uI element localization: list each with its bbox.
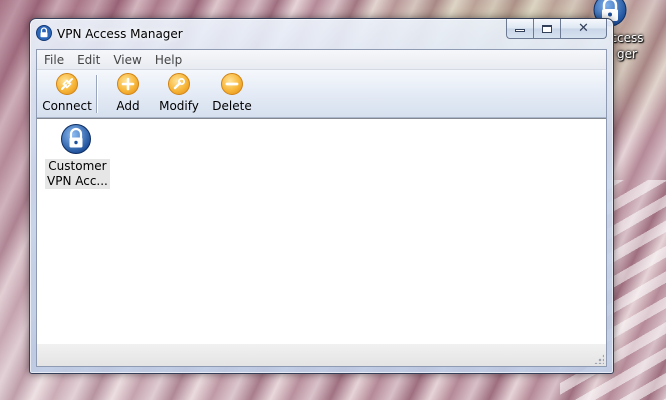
- app-lock-icon: [36, 25, 52, 44]
- caption-buttons: ✕: [506, 19, 607, 39]
- close-button[interactable]: ✕: [560, 19, 607, 39]
- minimize-icon: [515, 29, 525, 32]
- toolbar: Connect Add Modify Delete: [37, 70, 606, 118]
- menu-bar: File Edit View Help: [37, 50, 606, 70]
- title-bar[interactable]: VPN Access Manager ✕: [30, 19, 613, 49]
- window-title: VPN Access Manager: [57, 27, 183, 41]
- minus-icon: [221, 73, 243, 95]
- delete-label: Delete: [212, 99, 252, 113]
- list-item[interactable]: Customer VPN Acc...: [45, 123, 110, 189]
- resize-grip[interactable]: [594, 354, 604, 364]
- add-icon: [117, 73, 139, 95]
- connect-label: Connect: [42, 99, 92, 113]
- menu-edit[interactable]: Edit: [77, 53, 100, 67]
- minimize-button[interactable]: [506, 19, 533, 39]
- menu-view[interactable]: View: [113, 53, 141, 67]
- vpn-access-manager-window: VPN Access Manager ✕ File Edit View Help: [29, 18, 614, 374]
- close-icon: ✕: [578, 21, 589, 36]
- maximize-button[interactable]: [533, 19, 560, 39]
- modify-label: Modify: [159, 99, 199, 113]
- status-bar: [37, 344, 606, 366]
- menu-file[interactable]: File: [44, 53, 64, 67]
- modify-button[interactable]: Modify: [157, 73, 201, 113]
- client-area: File Edit View Help Connect Add Modify D…: [36, 49, 607, 367]
- menu-help[interactable]: Help: [155, 53, 182, 67]
- vpn-lock-icon: [45, 123, 107, 158]
- connect-icon: [56, 73, 78, 95]
- connections-list[interactable]: Customer VPN Acc...: [37, 118, 606, 345]
- toolbar-separator: [96, 75, 97, 113]
- wrench-icon: [168, 73, 190, 95]
- delete-button[interactable]: Delete: [211, 73, 253, 113]
- list-item-label: Customer VPN Acc...: [45, 159, 110, 189]
- connect-button[interactable]: Connect: [42, 73, 92, 113]
- add-button[interactable]: Add: [109, 73, 147, 113]
- maximize-icon: [542, 24, 552, 33]
- add-label: Add: [116, 99, 140, 113]
